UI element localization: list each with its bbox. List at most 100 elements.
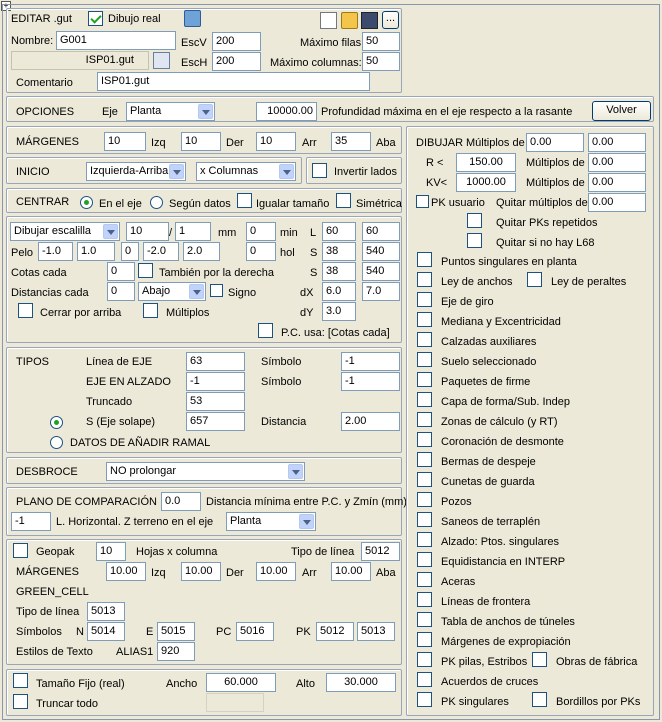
pelo-6-input[interactable]: 0	[246, 242, 276, 261]
n-input[interactable]: 5014	[87, 622, 125, 641]
gp-der-input[interactable]: 10.00	[181, 562, 221, 581]
quitar-repetidos-checkbox[interactable]	[467, 213, 482, 228]
margen-aba-input[interactable]: 35	[331, 132, 371, 151]
distancias-cada-input[interactable]: 0	[107, 282, 135, 301]
escalilla-v1-input[interactable]: 10	[126, 222, 169, 241]
dx1-input[interactable]: 6.0	[322, 282, 356, 301]
cerrar-arriba-checkbox[interactable]	[18, 303, 33, 318]
eje-alzado-input[interactable]: -1	[186, 372, 245, 391]
mult-4-input[interactable]: 0.00	[588, 173, 646, 192]
new-file-icon[interactable]	[320, 12, 337, 29]
pk-1-input[interactable]: 5012	[316, 622, 354, 641]
simbolo-1-input[interactable]: -1	[341, 352, 400, 371]
hojas-input[interactable]: 10	[96, 542, 126, 561]
s-eje-solape-input[interactable]: 657	[186, 412, 245, 431]
s-eje-solape-radio[interactable]	[50, 416, 63, 429]
pelo-2-input[interactable]: 1.0	[77, 242, 115, 261]
truncado-input[interactable]: 53	[186, 392, 245, 411]
truncar-todo-checkbox[interactable]	[13, 694, 28, 709]
desbroce-select[interactable]: NO prolongar	[106, 462, 305, 481]
distancia-input[interactable]: 2.00	[341, 412, 400, 431]
draw-option-checkbox[interactable]	[417, 672, 432, 687]
pc-input[interactable]: 5016	[236, 622, 274, 641]
dibujo-real-checkbox[interactable]	[88, 11, 103, 26]
draw-option-checkbox[interactable]	[417, 692, 432, 707]
max-columnas-input[interactable]: 50	[362, 52, 400, 71]
s1-input[interactable]: 38	[322, 242, 356, 261]
notebook-icon[interactable]	[184, 10, 201, 27]
draw-option-checkbox[interactable]	[417, 332, 432, 347]
ancho-input[interactable]: 60.000	[206, 673, 276, 692]
draw-option-checkbox[interactable]	[417, 312, 432, 327]
draw-option-checkbox[interactable]	[417, 252, 432, 267]
draw-option-checkbox[interactable]	[417, 352, 432, 367]
simetrica-checkbox[interactable]	[336, 193, 351, 208]
inicio-position-select[interactable]: Izquierda-Arriba	[86, 162, 186, 181]
draw-option-checkbox[interactable]	[417, 492, 432, 507]
tambien-derecha-checkbox[interactable]	[138, 263, 153, 278]
draw-option-checkbox[interactable]	[417, 452, 432, 467]
pelo-3-input[interactable]: 0	[121, 242, 139, 261]
draw-option-checkbox[interactable]	[417, 512, 432, 527]
comentario-input[interactable]: ISP01.gut	[97, 72, 370, 91]
dibujar-escalilla-select[interactable]: Dibujar escalilla	[10, 222, 120, 241]
invertir-lados-checkbox[interactable]	[312, 163, 327, 178]
dx2-input[interactable]: 7.0	[362, 282, 400, 301]
pc-usa-checkbox[interactable]	[258, 323, 273, 338]
s4-input[interactable]: 540	[362, 262, 400, 281]
draw-option-checkbox[interactable]	[417, 592, 432, 607]
eje-select[interactable]: Planta	[126, 102, 215, 121]
simbolo-2-input[interactable]: -1	[341, 372, 400, 391]
lh-select[interactable]: Planta	[226, 512, 316, 531]
esch-input[interactable]: 200	[212, 52, 261, 71]
gp-izq-input[interactable]: 10.00	[106, 562, 146, 581]
lh-input[interactable]: -1	[11, 512, 51, 531]
copy-icon[interactable]	[153, 52, 170, 69]
multiplos-checkbox[interactable]	[143, 303, 158, 318]
draw-option-checkbox[interactable]	[417, 472, 432, 487]
draw-option-checkbox[interactable]	[417, 372, 432, 387]
inicio-order-select[interactable]: x Columnas	[196, 162, 296, 181]
pk-usuario-checkbox[interactable]	[416, 195, 429, 208]
tipo-linea-2-input[interactable]: 5013	[87, 602, 125, 621]
dy-input[interactable]: 3.0	[322, 302, 356, 321]
pk-2-input[interactable]: 5013	[357, 622, 395, 641]
e-input[interactable]: 5015	[157, 622, 195, 641]
plano-input[interactable]: 0.0	[161, 492, 201, 511]
alias-input[interactable]: 920	[157, 642, 195, 661]
margen-arr-input[interactable]: 10	[256, 132, 296, 151]
pelo-5-input[interactable]: 2.0	[183, 242, 220, 261]
escalilla-v2-input[interactable]: 1	[175, 222, 211, 241]
signo-checkbox[interactable]	[210, 284, 223, 297]
more-button[interactable]: ...	[382, 11, 399, 29]
open-folder-icon[interactable]	[341, 12, 358, 29]
volver-button[interactable]: Volver	[592, 101, 651, 121]
l1-input[interactable]: 60	[322, 222, 356, 241]
alto-input[interactable]: 30.000	[326, 673, 396, 692]
gp-aba-input[interactable]: 10.00	[331, 562, 371, 581]
draw-option-checkbox[interactable]	[417, 612, 432, 627]
gp-arr-input[interactable]: 10.00	[256, 562, 296, 581]
s2-input[interactable]: 540	[362, 242, 400, 261]
draw-option-checkbox[interactable]	[417, 432, 432, 447]
en-eje-radio[interactable]	[80, 196, 93, 209]
igualar-tamano-checkbox[interactable]	[237, 193, 252, 208]
margen-izq-input[interactable]: 10	[104, 132, 146, 151]
abajo-select[interactable]: Abajo	[138, 282, 206, 301]
cotas-cada-input[interactable]: 0	[107, 262, 135, 281]
draw-option-extra-checkbox[interactable]	[527, 272, 542, 287]
draw-option-checkbox[interactable]	[417, 552, 432, 567]
tamano-fijo-checkbox[interactable]	[13, 673, 28, 688]
mult-1-input[interactable]: 0.00	[526, 133, 584, 152]
draw-option-checkbox[interactable]	[417, 652, 432, 667]
l2-input[interactable]: 60	[362, 222, 400, 241]
margen-der-input[interactable]: 10	[181, 132, 221, 151]
draw-option-checkbox[interactable]	[417, 412, 432, 427]
geopak-checkbox[interactable]	[13, 543, 28, 558]
mult-2-input[interactable]: 0.00	[588, 133, 646, 152]
profundidad-input[interactable]: 10000.00	[256, 102, 317, 121]
nombre-input[interactable]: G001	[56, 31, 176, 50]
draw-option-checkbox[interactable]	[417, 572, 432, 587]
draw-option-checkbox[interactable]	[417, 272, 432, 287]
escalilla-v3-input[interactable]: 0	[246, 222, 276, 241]
